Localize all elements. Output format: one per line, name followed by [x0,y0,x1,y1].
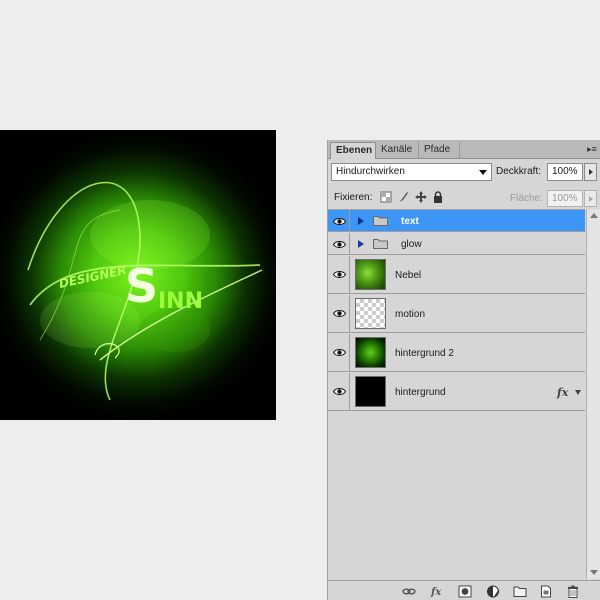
eye-icon [333,349,346,356]
layer-name-hintergrund: hintergrund [395,387,446,398]
scroll-up-icon[interactable] [590,213,598,218]
layer-name-glow: glow [401,239,422,250]
eye-icon [333,241,346,248]
fill-label: Fläche: [510,193,543,204]
layer-row-glow[interactable]: glow [328,233,585,255]
layer-row-nebel[interactable]: Nebel [328,256,585,294]
layer-row-hintergrund[interactable]: hintergrund fx [328,373,585,411]
logo-text-s: S [125,259,158,313]
tab-ebenen[interactable]: Ebenen [330,142,376,159]
link-layers-icon[interactable] [402,585,416,598]
visibility-toggle[interactable] [328,233,350,254]
layer-thumbnail-hintergrund-2 [355,337,386,368]
panel-menu-icon[interactable]: ▸≡ [586,143,598,155]
mask-icon[interactable] [458,585,472,598]
eye-icon [333,218,346,225]
new-group-icon[interactable] [513,585,527,598]
opacity-input[interactable]: 100% [547,163,583,181]
canvas-artwork: DESIGNER S INN [27,181,263,401]
opacity-label: Deckkraft: [496,166,542,177]
effects-expand-icon[interactable] [575,390,581,395]
panel-tabs: Ebenen Kanäle Pfade ▸≡ [328,140,600,159]
tab-pfade[interactable]: Pfade [419,142,460,159]
fill-slider-button[interactable] [584,190,597,207]
expand-triangle-icon[interactable] [358,240,364,248]
layer-name-text: text [401,216,419,227]
visibility-toggle[interactable] [328,334,350,371]
lock-transparency-icon[interactable] [380,191,392,203]
visibility-toggle[interactable] [328,256,350,293]
blend-opacity-row: Hindurchwirken Deckkraft: 100% [328,160,600,186]
svg-text:fx: fx [430,587,442,598]
layers-panel: Ebenen Kanäle Pfade ▸≡ Hindurchwirken De… [327,140,600,600]
document-canvas[interactable]: DESIGNER S INN [0,130,276,420]
scroll-down-icon[interactable] [590,570,598,575]
folder-icon [373,216,388,226]
expand-triangle-icon[interactable] [358,217,364,225]
logo-text-designer: DESIGNER [58,263,128,291]
layer-row-text[interactable]: text [328,210,585,232]
lock-brush-icon[interactable] [397,191,409,203]
eye-icon [333,310,346,317]
layer-name-hintergrund-2: hintergrund 2 [395,348,454,359]
fill-input[interactable]: 100% [547,190,583,207]
eye-icon [333,271,346,278]
layer-row-motion[interactable]: motion [328,295,585,333]
opacity-slider-button[interactable] [584,163,597,181]
layer-name-motion: motion [395,309,426,320]
photoshop-workspace: DESIGNER S INN Ebenen Kanäle Pfade ▸≡ Hi… [0,0,600,600]
fx-icon[interactable]: fx [430,585,444,598]
layer-name-nebel: Nebel [395,270,422,281]
chevron-down-icon [479,170,487,175]
layers-scrollbar[interactable] [586,209,600,579]
folder-icon [373,239,388,249]
lock-fill-row: Fixieren: Fläche: 100% [328,187,600,209]
layer-thumbnail-nebel [355,259,386,290]
layers-list: text glow Nebel motion hintergrund 2 hin… [328,209,585,579]
blend-mode-value: Hindurchwirken [336,166,405,177]
lock-all-icon[interactable] [432,191,444,203]
layer-thumbnail-motion [355,298,386,329]
layers-footer-toolbar: fx [328,580,600,600]
visibility-toggle[interactable] [328,373,350,410]
eye-icon [333,388,346,395]
visibility-toggle[interactable] [328,295,350,332]
lock-label: Fixieren: [334,192,373,203]
layer-thumbnail-hintergrund [355,376,386,407]
blend-mode-select[interactable]: Hindurchwirken [331,163,492,181]
tab-kanaele[interactable]: Kanäle [376,142,419,159]
new-layer-icon[interactable] [539,585,553,598]
layer-row-hintergrund-2[interactable]: hintergrund 2 [328,334,585,372]
adjustment-layer-icon[interactable] [486,585,500,598]
visibility-toggle[interactable] [328,210,350,231]
trash-icon[interactable] [566,585,580,598]
layer-effects-icon[interactable]: fx [557,386,568,399]
logo-text-inn: INN [158,289,203,314]
lock-move-icon[interactable] [415,191,427,203]
